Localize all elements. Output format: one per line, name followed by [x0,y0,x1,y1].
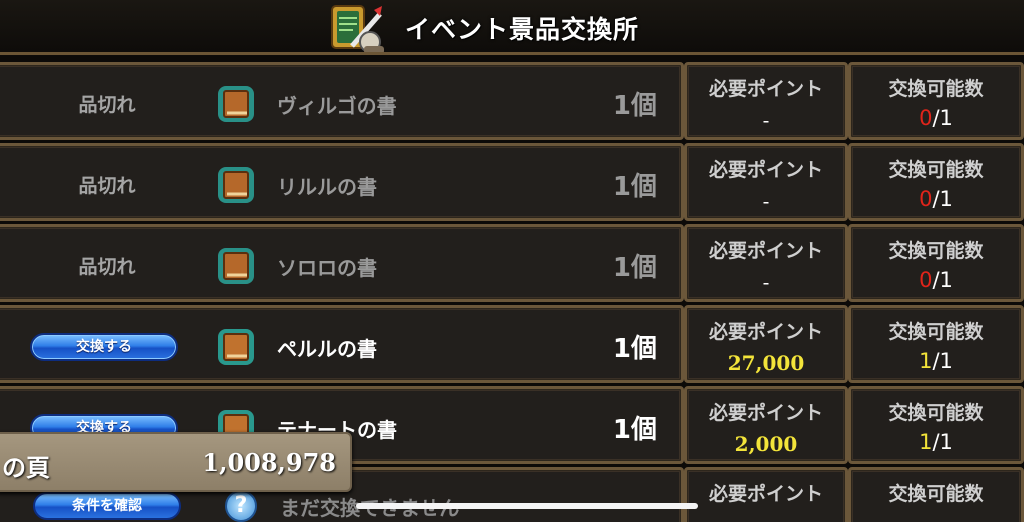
points-panel: 必要ポイント - [684,62,848,140]
item-name: ペルルの書 [277,337,377,361]
points-label: 必要ポイント [708,159,823,181]
item-quantity: 1個 [612,415,657,445]
remaining-count: 1 [919,349,933,373]
question-bubble-icon: ? [225,490,257,522]
header-bar: イベント景品交換所 [0,0,1024,56]
remaining-count: 0 [919,187,933,211]
count-panel: 交換可能数 1/1 [848,386,1024,464]
remaining-count: 1 [919,430,933,454]
points-value: - [762,270,770,294]
item-panel: 品切れ リルルの書 1個 [0,143,684,221]
item-quantity: 1個 [612,172,657,202]
points-label: 必要ポイント [708,78,823,100]
item-name: リルルの書 [277,175,377,199]
points-panel: 必要ポイント [684,467,848,522]
check-conditions-button[interactable]: 条件を確認 [33,492,181,520]
points-label: 必要ポイント [708,240,823,262]
count-label: 交換可能数 [888,321,984,343]
count-panel: 交換可能数 0/1 [848,62,1024,140]
count-label: 交換可能数 [888,240,984,262]
header-divider [0,52,1024,55]
max-count: /1 [932,187,953,211]
currency-label: の頁 [2,454,50,482]
sold-out-label: 品切れ [78,94,136,116]
count-panel: 交換可能数 [848,467,1024,522]
count-panel: 交換可能数 0/1 [848,143,1024,221]
item-name: ヴィルゴの書 [277,94,397,118]
count-label: 交換可能数 [888,483,984,505]
item-panel: 品切れ ソロロの書 1個 [0,224,684,302]
list-item: 品切れ ソロロの書 1個 必要ポイント - 交換可能数 0/1 [0,224,1024,302]
currency-value: 1,008,978 [202,448,336,477]
remaining-count: 0 [919,106,933,130]
home-indicator[interactable] [356,503,698,509]
points-panel: 必要ポイント 2,000 [684,386,848,464]
count-panel: 交換可能数 1/1 [848,305,1024,383]
list-item: 品切れ ヴィルゴの書 1個 必要ポイント - 交換可能数 0/1 [0,62,1024,140]
item-name: ソロロの書 [277,256,377,280]
treasure-chest-sword-icon [331,5,384,54]
points-value: 27,000 [727,351,805,375]
count-panel: 交換可能数 0/1 [848,224,1024,302]
item-panel: 品切れ ヴィルゴの書 1個 [0,62,684,140]
list-item: 品切れ リルルの書 1個 必要ポイント - 交換可能数 0/1 [0,143,1024,221]
item-panel: 交換する ペルルの書 1個 [0,305,684,383]
points-value: - [762,189,770,213]
currency-display: の頁 1,008,978 [0,432,352,492]
count-value: 0/1 [851,106,1021,130]
points-panel: 必要ポイント - [684,143,848,221]
count-label: 交換可能数 [888,78,984,100]
max-count: /1 [932,106,953,130]
points-value: 2,000 [734,432,798,456]
count-value: 0/1 [851,268,1021,292]
remaining-count: 0 [919,268,933,292]
item-quantity: 1個 [612,334,657,364]
book-icon [218,329,254,365]
item-quantity: 1個 [612,91,657,121]
count-value: 1/1 [851,430,1021,454]
count-value: 0/1 [851,187,1021,211]
points-panel: 必要ポイント 27,000 [684,305,848,383]
max-count: /1 [932,430,953,454]
book-icon [218,248,254,284]
points-value: - [762,108,770,132]
points-panel: 必要ポイント - [684,224,848,302]
sold-out-label: 品切れ [78,256,136,278]
exchange-button[interactable]: 交換する [30,333,178,361]
item-quantity: 1個 [612,253,657,283]
count-value: 1/1 [851,349,1021,373]
book-icon [218,86,254,122]
list-item: 交換する ペルルの書 1個 必要ポイント 27,000 交換可能数 1/1 [0,305,1024,383]
points-label: 必要ポイント [708,321,823,343]
book-icon [218,167,254,203]
points-label: 必要ポイント [708,483,823,505]
count-label: 交換可能数 [888,159,984,181]
max-count: /1 [932,268,953,292]
page-title: イベント景品交換所 [405,15,640,44]
points-label: 必要ポイント [708,402,823,424]
max-count: /1 [932,349,953,373]
sold-out-label: 品切れ [78,175,136,197]
count-label: 交換可能数 [888,402,984,424]
